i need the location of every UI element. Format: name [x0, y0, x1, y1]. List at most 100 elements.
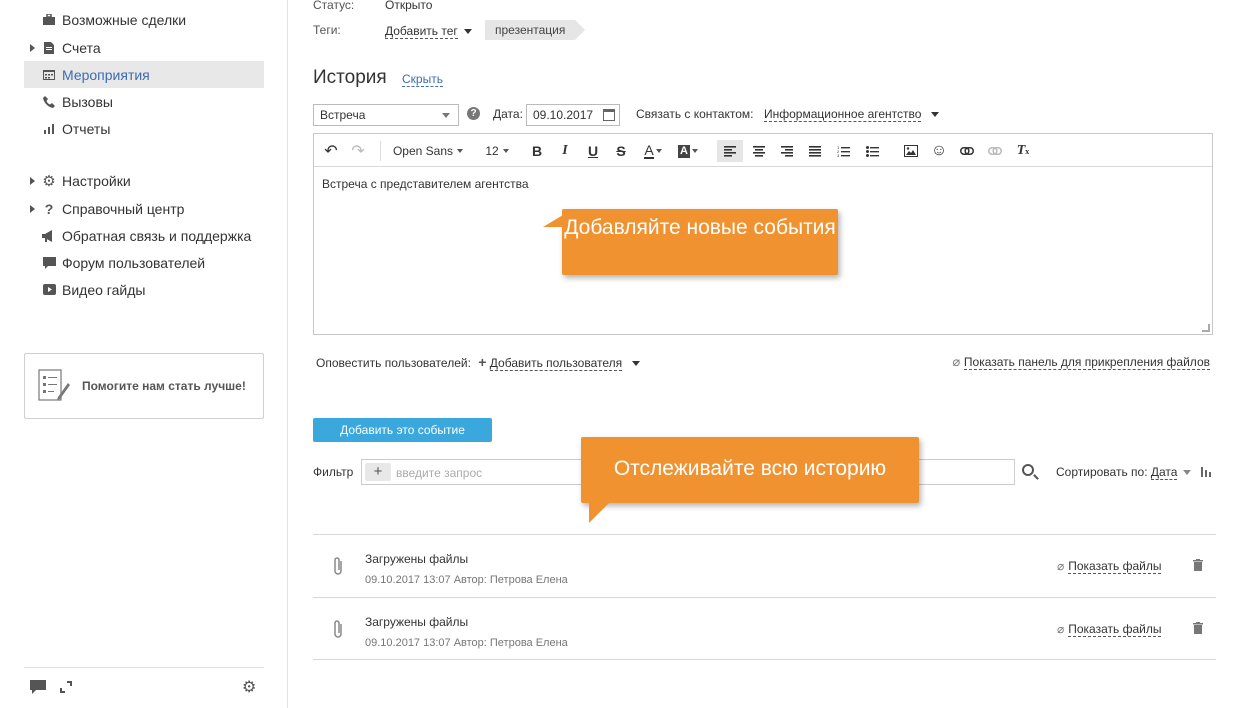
- sidebar-item-video-guides[interactable]: Видео гайды: [24, 276, 264, 303]
- sidebar-item-label: Отчеты: [62, 120, 111, 137]
- show-files-link[interactable]: ⌀ Показать файлы: [1057, 622, 1162, 637]
- redo-icon[interactable]: ↷: [349, 140, 367, 162]
- text-color-icon[interactable]: A: [640, 140, 666, 162]
- sidebar-item-label: Справочный центр: [62, 200, 185, 217]
- date-label: Дата:: [493, 107, 523, 121]
- survey-icon: [38, 369, 70, 406]
- caret-down-icon: [442, 113, 450, 118]
- show-files-label: Показать файлы: [1068, 622, 1162, 637]
- align-center-icon[interactable]: [750, 140, 768, 162]
- resize-handle[interactable]: [1202, 324, 1210, 332]
- attach-panel-link[interactable]: ⌀ Показать панель для прикрепления файлов: [952, 354, 1210, 370]
- sort-label: Сортировать по:: [1056, 465, 1148, 479]
- search-icon[interactable]: [1022, 464, 1034, 476]
- bar-chart-icon: [42, 122, 56, 136]
- add-user-link[interactable]: Добавить пользователя: [489, 356, 623, 371]
- entry-meta: 09.10.2017 13:07 Автор: Петрова Елена: [365, 574, 568, 586]
- sort-value[interactable]: Дата: [1150, 465, 1178, 480]
- hide-link[interactable]: Скрыть: [402, 72, 443, 87]
- toolbar-divider: [380, 141, 381, 161]
- sidebar-item-label: Форум пользователей: [62, 254, 206, 271]
- link-icon[interactable]: [958, 140, 976, 162]
- show-files-link[interactable]: ⌀ Показать файлы: [1057, 559, 1162, 574]
- calendar-icon[interactable]: [603, 109, 615, 121]
- sidebar-item-reports[interactable]: Отчеты: [24, 115, 264, 142]
- caret-down-icon: [502, 149, 509, 153]
- sidebar-item-label: Видео гайды: [62, 281, 146, 298]
- strikethrough-icon[interactable]: S: [612, 140, 630, 162]
- expand-arrow-icon[interactable]: [30, 204, 35, 213]
- svg-text:3: 3: [837, 153, 840, 157]
- sidebar-item-label: Обратная связь и поддержка: [62, 227, 252, 244]
- italic-icon[interactable]: I: [556, 140, 574, 162]
- sidebar-item-invoices[interactable]: Счета: [24, 34, 264, 61]
- caret-down-icon[interactable]: [1183, 470, 1192, 476]
- background-color-icon[interactable]: A: [674, 140, 702, 162]
- notify-users: Оповестить пользователей: + Добавить пол…: [316, 354, 641, 371]
- add-event-button[interactable]: Добавить это событие: [313, 418, 492, 442]
- sidebar-item-deals[interactable]: Возможные сделки: [24, 6, 264, 33]
- contact-dropdown[interactable]: Информационное агентство: [764, 107, 940, 122]
- sidebar-item-label: Настройки: [62, 172, 131, 189]
- expand-arrow-icon[interactable]: [30, 176, 35, 185]
- tooltip-track-history: Отслеживайте всю историю: [581, 437, 919, 503]
- trash-icon[interactable]: [1193, 559, 1203, 571]
- question-icon: ?: [44, 200, 54, 217]
- paperclip-icon: [333, 619, 344, 644]
- sort-order-icon[interactable]: [1200, 466, 1213, 480]
- show-files-label: Показать файлы: [1068, 559, 1162, 574]
- date-field[interactable]: 09.10.2017: [526, 104, 620, 126]
- entry-meta: 09.10.2017 13:07 Автор: Петрова Елена: [365, 637, 568, 649]
- numbered-list-icon[interactable]: 123: [834, 140, 852, 162]
- font-family-select[interactable]: Open Sans: [390, 140, 466, 162]
- help-icon[interactable]: ?: [467, 107, 480, 120]
- undo-icon[interactable]: ↶: [322, 140, 340, 162]
- sidebar-item-settings[interactable]: ⚙ Настройки: [24, 167, 264, 194]
- filter-placeholder: введите запрос: [396, 466, 483, 480]
- add-tag-dropdown[interactable]: Добавить тег: [385, 24, 472, 39]
- underline-icon[interactable]: U: [584, 140, 602, 162]
- page-title: История: [313, 67, 387, 88]
- status-label: Статус:: [313, 0, 355, 12]
- caret-down-icon: [931, 112, 940, 118]
- sidebar-item-calls[interactable]: Вызовы: [24, 88, 264, 115]
- align-right-icon[interactable]: [778, 140, 796, 162]
- history-entry: Загружены файлы 09.10.2017 13:07 Автор: …: [313, 534, 1216, 597]
- font-size-select[interactable]: 12: [482, 140, 512, 162]
- phone-icon: [42, 95, 56, 109]
- expand-arrow-icon[interactable]: [30, 43, 35, 52]
- editor-content[interactable]: Встреча с представителем агентства: [322, 177, 529, 191]
- bullet-list-icon[interactable]: [863, 140, 881, 162]
- event-type-value: Встреча: [320, 108, 366, 122]
- calendar-icon: [42, 68, 56, 82]
- paperclip-icon: ⌀: [1057, 559, 1065, 573]
- trash-icon[interactable]: [1193, 622, 1203, 634]
- clear-format-icon[interactable]: Tx: [1014, 140, 1032, 162]
- caret-down-icon: [457, 149, 464, 153]
- gear-icon[interactable]: ⚙: [242, 677, 256, 697]
- sidebar-item-events[interactable]: Мероприятия: [24, 61, 264, 88]
- sidebar-item-label: Мероприятия: [62, 66, 150, 83]
- editor-toolbar: ↶ ↷ Open Sans 12 B I U S A A 123 ☺ T x: [314, 134, 1212, 167]
- tag-chip[interactable]: презентация: [485, 20, 586, 40]
- feedback-box[interactable]: Помогите нам стать лучше!: [24, 353, 264, 419]
- event-type-select[interactable]: Встреча: [313, 104, 459, 126]
- align-left-icon[interactable]: [717, 140, 743, 162]
- align-justify-icon[interactable]: [806, 140, 824, 162]
- expand-icon[interactable]: [60, 681, 72, 696]
- chat-icon[interactable]: [30, 680, 46, 697]
- emoji-icon[interactable]: ☺: [930, 140, 948, 162]
- add-filter-button[interactable]: +: [365, 463, 391, 481]
- image-icon[interactable]: [902, 140, 920, 162]
- caret-down-icon[interactable]: [632, 361, 641, 367]
- bold-icon[interactable]: B: [528, 140, 546, 162]
- sidebar: Возможные сделки Счета Мероприятия Вызов…: [0, 0, 288, 708]
- unlink-icon[interactable]: [986, 140, 1004, 162]
- sidebar-item-feedback[interactable]: Обратная связь и поддержка: [24, 222, 264, 249]
- plus-icon[interactable]: +: [478, 354, 486, 370]
- filter-label: Фильтр: [313, 465, 354, 479]
- sidebar-item-help-center[interactable]: ? Справочный центр: [24, 195, 264, 222]
- tooltip-pointer: [543, 215, 563, 227]
- add-tag-label: Добавить тег: [385, 24, 458, 39]
- sidebar-item-forum[interactable]: Форум пользователей: [24, 249, 264, 276]
